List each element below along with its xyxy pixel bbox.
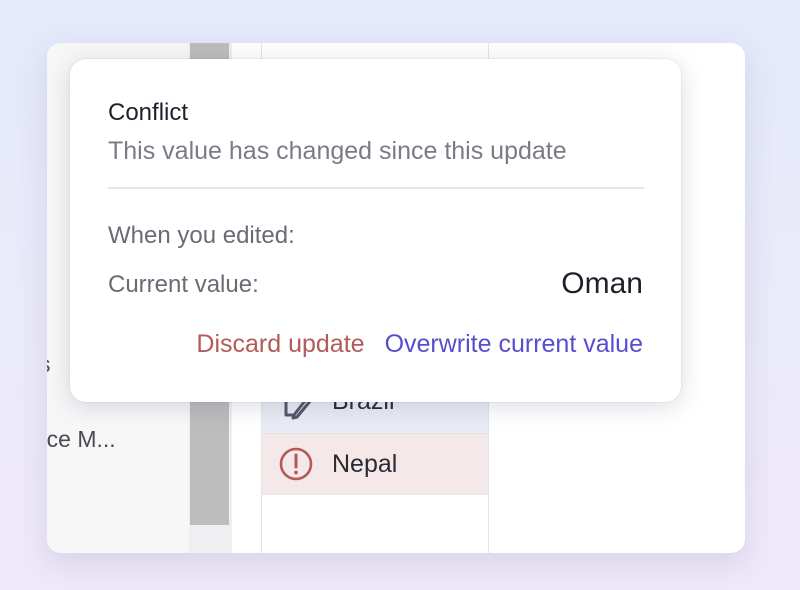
- divider: [108, 187, 644, 189]
- row-label: Nepal: [332, 449, 398, 478]
- discard-update-button[interactable]: Discard update: [196, 330, 364, 359]
- edited-label: When you edited:: [108, 222, 295, 249]
- overwrite-current-value-button[interactable]: Overwrite current value: [385, 330, 643, 359]
- table-row-nepal[interactable]: Nepal: [262, 434, 488, 495]
- left-column-text: rce M...: [47, 426, 116, 452]
- popover-actions: Discard update Overwrite current value: [196, 330, 643, 359]
- popover-subtitle: This value has changed since this update: [108, 137, 567, 165]
- left-column-text: s: [47, 351, 51, 378]
- current-value: Oman: [561, 267, 643, 300]
- conflict-popover: Conflict This value has changed since th…: [70, 59, 681, 402]
- alert-circle-icon: [279, 447, 313, 481]
- popover-title: Conflict: [108, 99, 189, 126]
- current-value-label: Current value:: [108, 271, 259, 298]
